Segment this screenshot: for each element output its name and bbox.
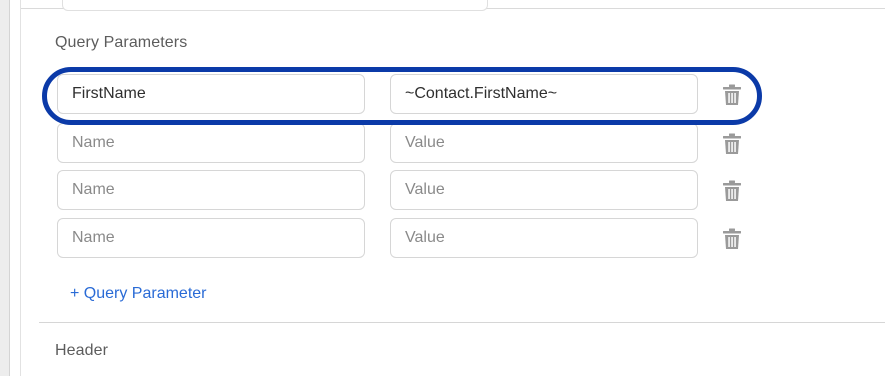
query-param-row: Name Value: [57, 170, 757, 212]
trash-icon[interactable]: [722, 180, 742, 202]
trash-icon[interactable]: [722, 228, 742, 250]
panel-left-border: [20, 0, 21, 376]
trash-icon[interactable]: [722, 133, 742, 155]
query-parameters-heading: Query Parameters: [55, 34, 188, 51]
param-value-input[interactable]: Value: [390, 218, 698, 258]
section-divider: [39, 322, 885, 323]
param-value-input[interactable]: Value: [390, 170, 698, 210]
header-heading: Header: [55, 342, 109, 359]
param-name-input[interactable]: Name: [57, 170, 365, 210]
query-param-row: Name Value: [57, 123, 757, 165]
trash-icon[interactable]: [722, 84, 742, 106]
webhook-settings-panel: Query Parameters FirstName ~Contact.Firs…: [0, 0, 885, 376]
add-query-parameter-link[interactable]: + Query Parameter: [70, 285, 207, 303]
param-value-input[interactable]: ~Contact.FirstName~: [390, 74, 698, 114]
query-param-row: Name Value: [57, 218, 757, 260]
previous-field-edge: [62, 0, 488, 11]
param-name-input[interactable]: Name: [57, 123, 365, 163]
param-name-input[interactable]: Name: [57, 218, 365, 258]
left-rail: [0, 0, 10, 376]
query-param-row: FirstName ~Contact.FirstName~: [57, 74, 757, 116]
param-value-input[interactable]: Value: [390, 123, 698, 163]
param-name-input[interactable]: FirstName: [57, 74, 365, 114]
